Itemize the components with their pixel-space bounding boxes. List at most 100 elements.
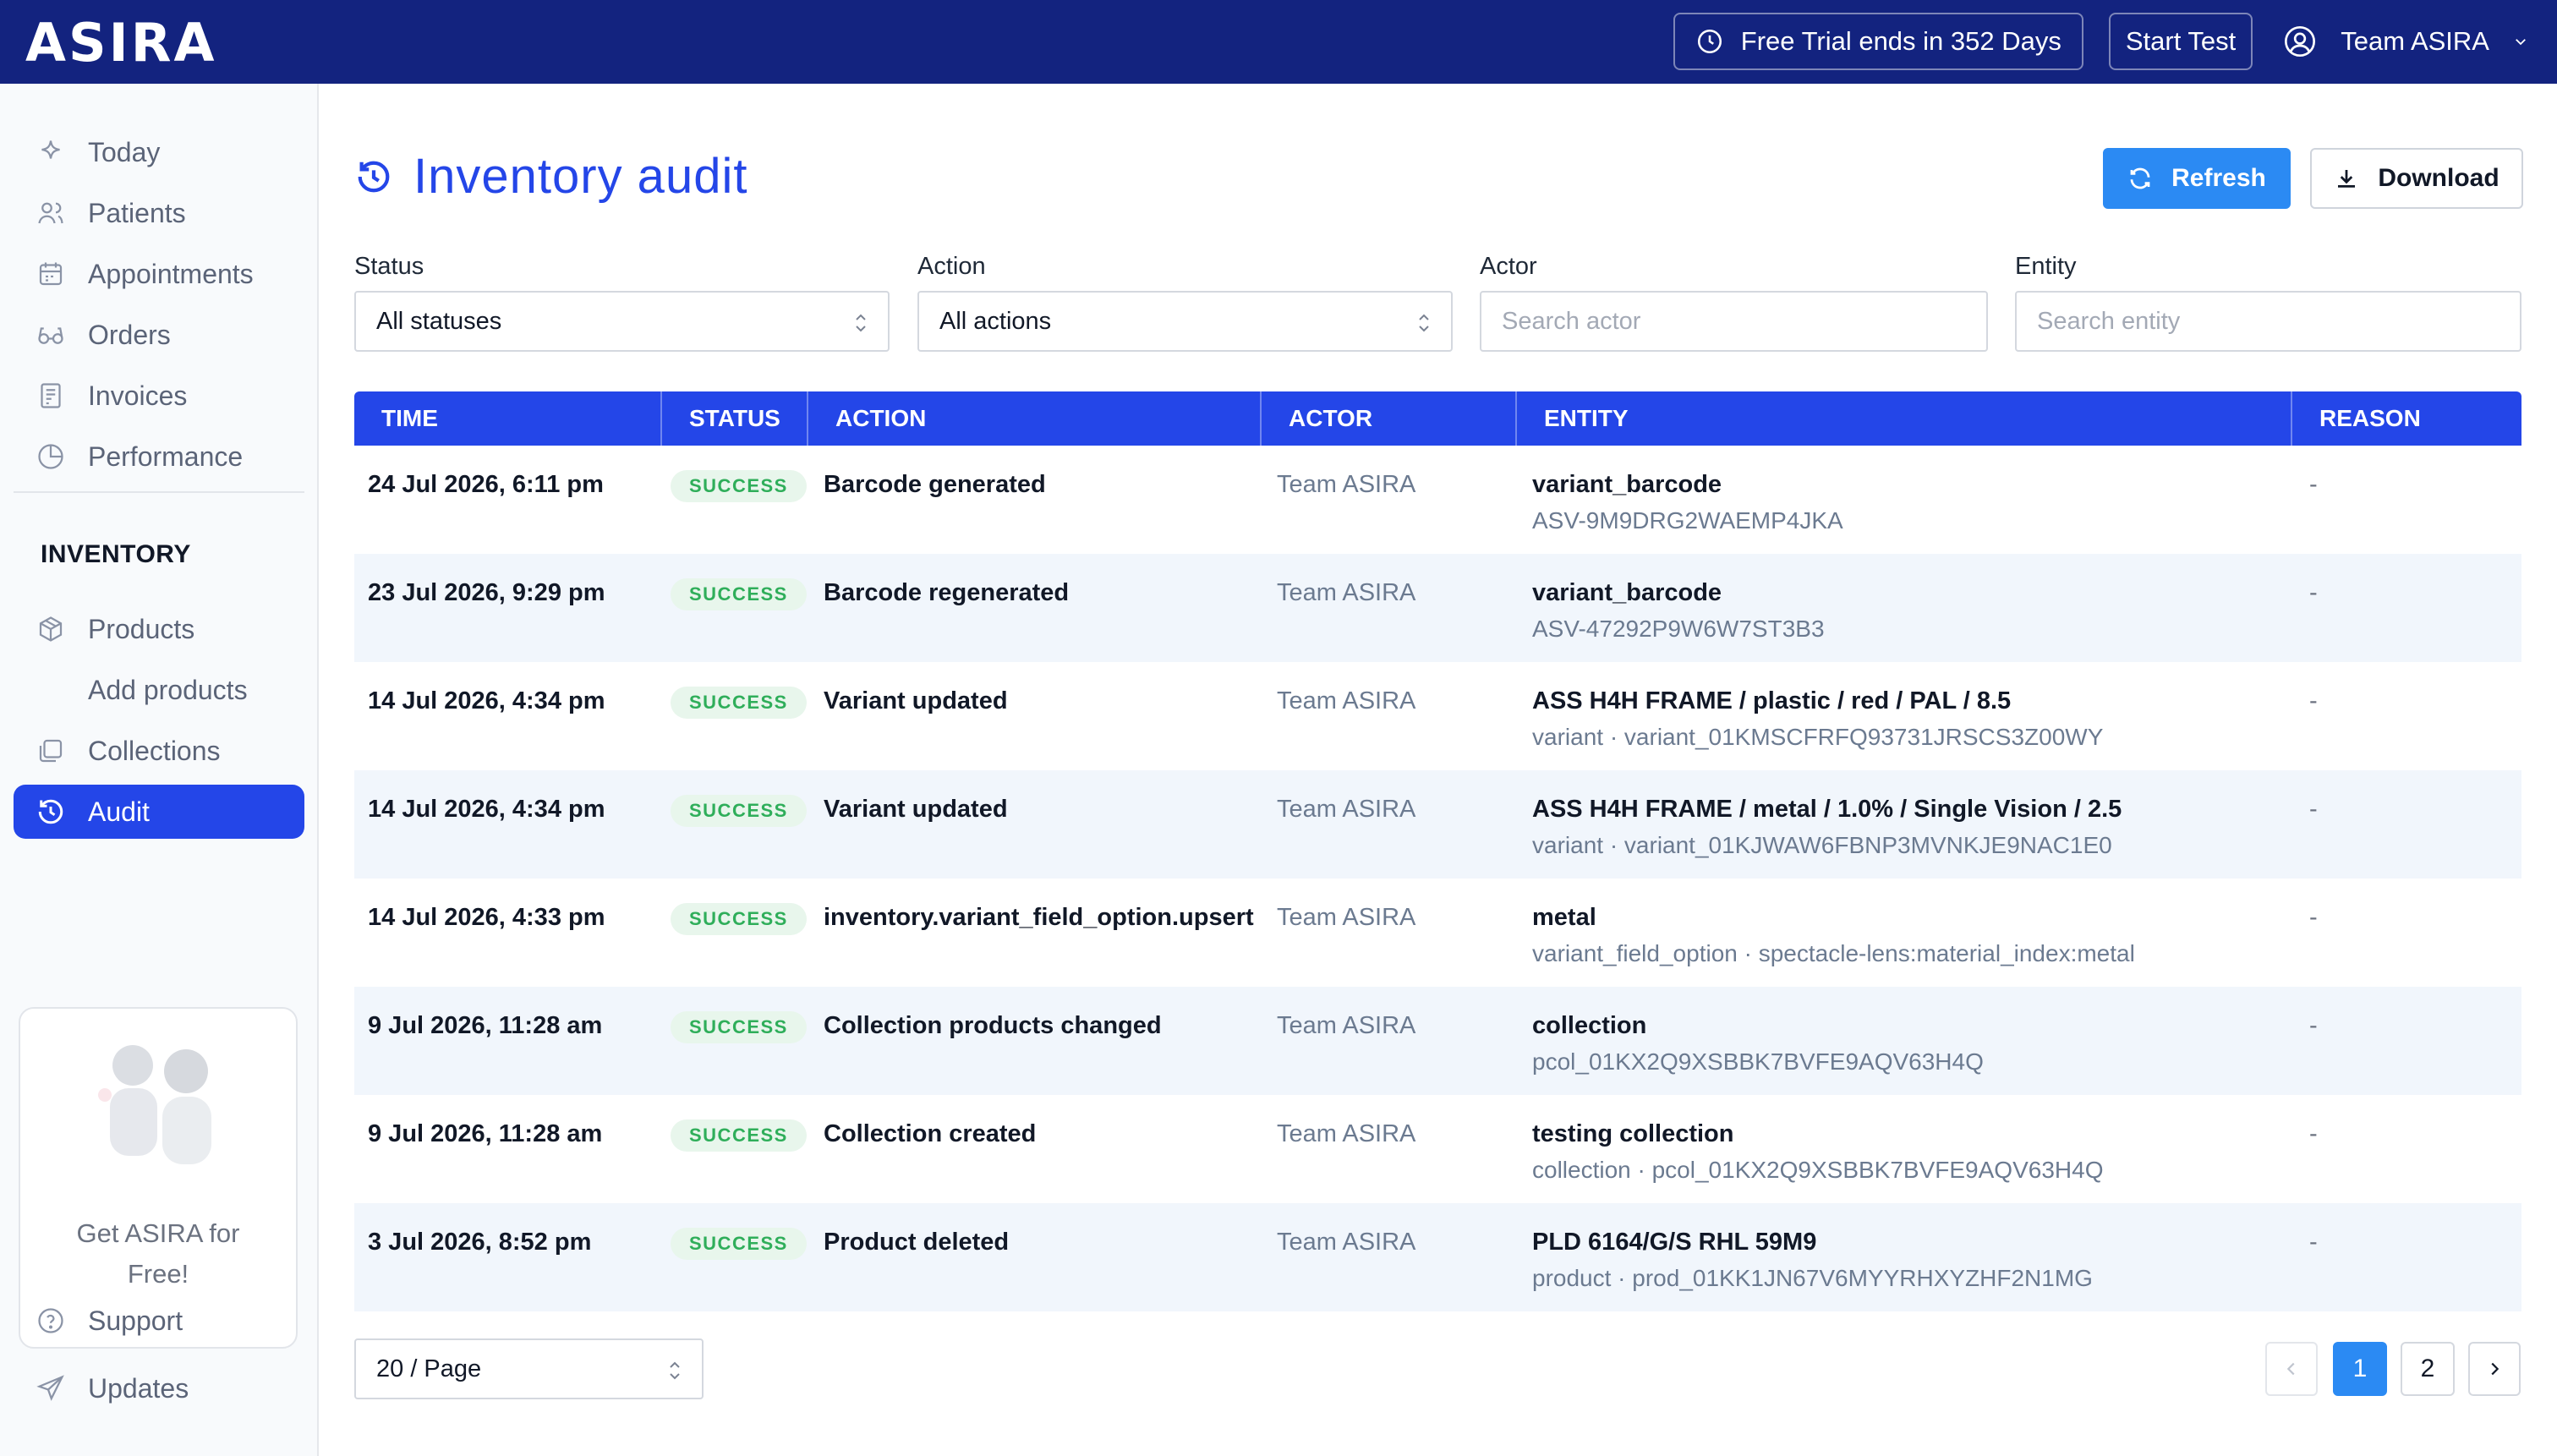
- refresh-button[interactable]: Refresh: [2103, 148, 2291, 209]
- sidebar-item-appointments[interactable]: Appointments: [14, 247, 304, 301]
- table-header: TIME STATUS ACTION ACTOR ENTITY REASON: [354, 391, 2521, 446]
- status-cell: SUCCESS: [662, 879, 808, 987]
- actor-cell: Team ASIRA: [1277, 687, 1416, 714]
- table-row[interactable]: 3 Jul 2026, 8:52 pm SUCCESS Product dele…: [354, 1203, 2521, 1311]
- status-badge: SUCCESS: [671, 903, 807, 935]
- status-cell: SUCCESS: [662, 662, 808, 770]
- action-cell: Collection products changed: [824, 1012, 1162, 1039]
- entity-subtitle: variant · variant_01KJWAW6FBNP3MVNKJE9NA…: [1532, 832, 2112, 858]
- start-test-button[interactable]: Start Test: [2108, 13, 2253, 70]
- audit-table: TIME STATUS ACTION ACTOR ENTITY REASON 2…: [354, 391, 2521, 1311]
- start-test-label: Start Test: [2125, 26, 2237, 56]
- table-row[interactable]: 14 Jul 2026, 4:34 pm SUCCESS Variant upd…: [354, 662, 2521, 770]
- entity-title: variant_barcode: [1532, 471, 1722, 498]
- history-icon: [358, 161, 390, 192]
- table-row[interactable]: 9 Jul 2026, 11:28 am SUCCESS Collection …: [354, 987, 2521, 1095]
- column-header-reason[interactable]: REASON: [2292, 391, 2521, 446]
- action-cell: Product deleted: [824, 1229, 1010, 1256]
- sidebar: Today Patients Appointments Orders Invoi…: [0, 84, 319, 1456]
- sidebar-item-performance[interactable]: Performance: [14, 430, 304, 484]
- time-cell: 14 Jul 2026, 4:34 pm: [368, 796, 605, 823]
- prev-page-button[interactable]: [2265, 1342, 2318, 1396]
- table-row[interactable]: 24 Jul 2026, 6:11 pm SUCCESS Barcode gen…: [354, 446, 2521, 554]
- sidebar-item-patients[interactable]: Patients: [14, 186, 304, 240]
- sidebar-item-label: Patients: [88, 197, 186, 228]
- sidebar-item-add-products[interactable]: Add products: [14, 663, 304, 717]
- sidebar-item-invoices[interactable]: Invoices: [14, 369, 304, 423]
- actor-cell: Team ASIRA: [1277, 471, 1416, 498]
- entity-subtitle: product · prod_01KK1JN67V6MYYRHXYZHF2N1M…: [1532, 1265, 2093, 1291]
- clock-icon: [1697, 29, 1722, 54]
- table-row[interactable]: 23 Jul 2026, 9:29 pm SUCCESS Barcode reg…: [354, 554, 2521, 662]
- entity-cell: metal variant_field_option · spectacle-l…: [1517, 879, 2292, 987]
- column-header-status[interactable]: STATUS: [662, 391, 808, 446]
- status-select-value: All statuses: [376, 307, 502, 335]
- page-size-select[interactable]: 20 / Page: [354, 1338, 704, 1399]
- history-icon: [38, 799, 63, 824]
- entity-title: testing collection: [1532, 1120, 1734, 1147]
- entity-cell: variant_barcode ASV-47292P9W6W7ST3B3: [1517, 554, 2292, 662]
- entity-search-input[interactable]: [2037, 307, 2500, 336]
- status-select[interactable]: All statuses: [354, 291, 890, 352]
- page-button-1[interactable]: 1: [2333, 1342, 2387, 1396]
- status-cell: SUCCESS: [662, 554, 808, 662]
- column-header-actor[interactable]: ACTOR: [1262, 391, 1517, 446]
- entity-title: ASS H4H FRAME / plastic / red / PAL / 8.…: [1532, 687, 2012, 714]
- top-bar-actions: Free Trial ends in 352 Days Start Test T…: [1673, 13, 2528, 70]
- page-button-2[interactable]: 2: [2401, 1342, 2455, 1396]
- action-cell: Variant updated: [824, 796, 1008, 823]
- team-menu[interactable]: Team ASIRA: [2283, 25, 2528, 58]
- sidebar-item-label: Appointments: [88, 258, 254, 289]
- column-header-entity[interactable]: ENTITY: [1517, 391, 2292, 446]
- promo-text: Get ASIRA for Free!: [76, 1218, 240, 1289]
- status-badge: SUCCESS: [671, 578, 807, 610]
- page-title: Inventory audit: [354, 148, 747, 205]
- sidebar-divider: [14, 491, 304, 493]
- action-select[interactable]: All actions: [917, 291, 1453, 352]
- reason-cell: -: [2309, 904, 2318, 931]
- column-header-action[interactable]: ACTION: [808, 391, 1262, 446]
- receipt-icon: [41, 383, 61, 408]
- status-badge: SUCCESS: [671, 1011, 807, 1043]
- sidebar-item-support[interactable]: Support: [14, 1294, 304, 1348]
- status-filter-label: Status: [354, 253, 424, 280]
- sparkle-icon: [41, 140, 60, 159]
- status-badge: SUCCESS: [671, 795, 807, 827]
- free-trial-label: Free Trial ends in 352 Days: [1740, 26, 2061, 56]
- status-badge: SUCCESS: [671, 687, 807, 719]
- download-icon: [2338, 170, 2356, 188]
- actor-search-field[interactable]: [1480, 291, 1988, 352]
- download-button[interactable]: Download: [2310, 148, 2523, 209]
- free-trial-button[interactable]: Free Trial ends in 352 Days: [1673, 13, 2083, 70]
- table-row[interactable]: 14 Jul 2026, 4:34 pm SUCCESS Variant upd…: [354, 770, 2521, 879]
- column-header-time[interactable]: TIME: [354, 391, 662, 446]
- reason-cell: -: [2309, 1120, 2318, 1147]
- sidebar-item-label: Support: [88, 1305, 183, 1336]
- sidebar-item-label: Invoices: [88, 380, 188, 411]
- action-cell: inventory.variant_field_option.upsert: [824, 904, 1254, 931]
- inventory-section-title: INVENTORY: [41, 540, 191, 568]
- sidebar-item-collections[interactable]: Collections: [14, 724, 304, 778]
- sidebar-item-audit[interactable]: Audit: [14, 785, 304, 839]
- time-cell: 23 Jul 2026, 9:29 pm: [368, 579, 605, 606]
- table-row[interactable]: 9 Jul 2026, 11:28 am SUCCESS Collection …: [354, 1095, 2521, 1203]
- sidebar-item-products[interactable]: Products: [14, 602, 304, 656]
- actor-search-input[interactable]: [1502, 307, 1966, 336]
- actor-cell: Team ASIRA: [1277, 1012, 1416, 1039]
- table-row[interactable]: 14 Jul 2026, 4:33 pm SUCCESS inventory.v…: [354, 879, 2521, 987]
- asira-logo[interactable]: ASIRA: [25, 10, 216, 74]
- entity-search-field[interactable]: [2015, 291, 2521, 352]
- sidebar-item-orders[interactable]: Orders: [14, 308, 304, 362]
- sidebar-item-updates[interactable]: Updates: [14, 1361, 304, 1415]
- entity-cell: collection pcol_01KX2Q9XSBBK7BVFE9AQV63H…: [1517, 987, 2292, 1095]
- next-page-button[interactable]: [2468, 1342, 2521, 1396]
- entity-cell: ASS H4H FRAME / metal / 1.0% / Single Vi…: [1517, 770, 2292, 879]
- action-cell: Barcode regenerated: [824, 579, 1070, 606]
- action-filter-label: Action: [917, 253, 986, 280]
- actor-cell: Team ASIRA: [1277, 579, 1416, 606]
- sidebar-item-today[interactable]: Today: [14, 125, 304, 179]
- time-cell: 14 Jul 2026, 4:34 pm: [368, 687, 605, 714]
- chevron-left-icon: [2286, 1362, 2295, 1376]
- sidebar-item-label: Collections: [88, 735, 221, 766]
- sidebar-item-label: Add products: [88, 674, 248, 705]
